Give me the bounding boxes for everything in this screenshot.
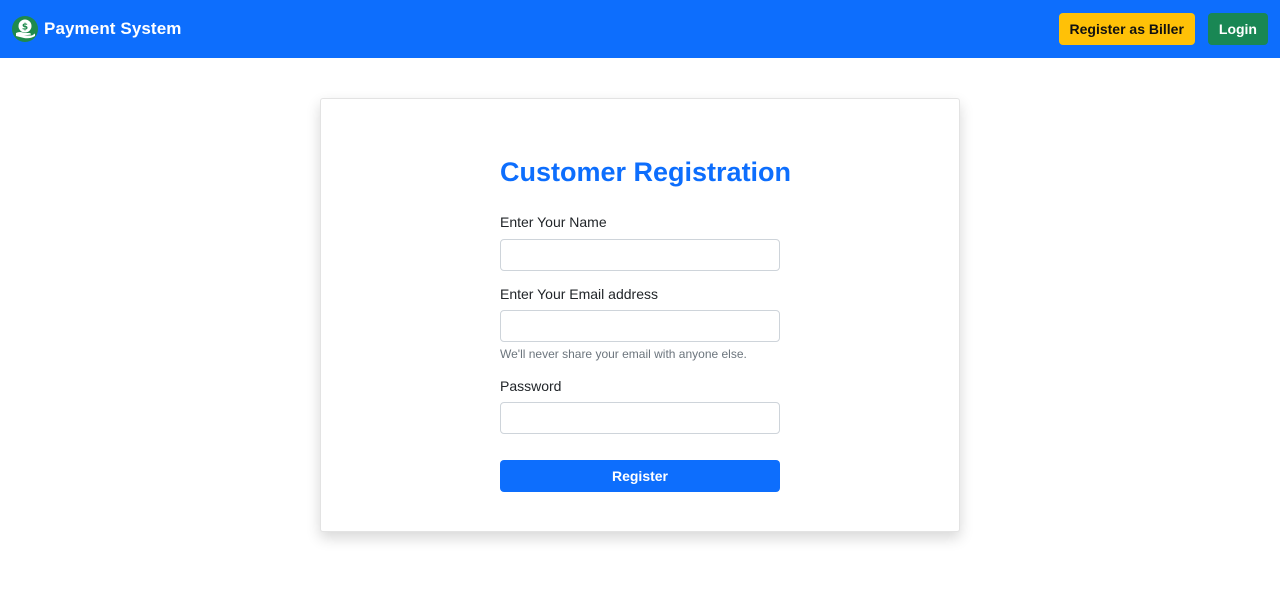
brand-title: Payment System: [44, 19, 182, 38]
email-input[interactable]: [500, 310, 780, 342]
password-label: Password: [500, 378, 562, 394]
register-button[interactable]: Register: [500, 460, 780, 492]
email-label: Enter Your Email address: [500, 286, 658, 302]
money-hand-icon: $: [12, 16, 38, 42]
email-help-text: We'll never share your email with anyone…: [500, 347, 747, 361]
svg-text:$: $: [22, 23, 28, 33]
registration-card: Customer Registration Enter Your Name En…: [320, 98, 960, 532]
password-input[interactable]: [500, 402, 780, 434]
navbar: $ Payment System Register as Biller Logi…: [0, 0, 1280, 58]
brand-link[interactable]: $ Payment System: [12, 16, 181, 42]
name-input[interactable]: [500, 239, 780, 271]
login-button[interactable]: Login: [1207, 13, 1268, 45]
name-label: Enter Your Name: [500, 214, 607, 230]
nav-actions: Register as Biller Login: [1058, 13, 1268, 45]
register-biller-button[interactable]: Register as Biller: [1058, 13, 1195, 45]
page-title: Customer Registration: [500, 157, 792, 187]
